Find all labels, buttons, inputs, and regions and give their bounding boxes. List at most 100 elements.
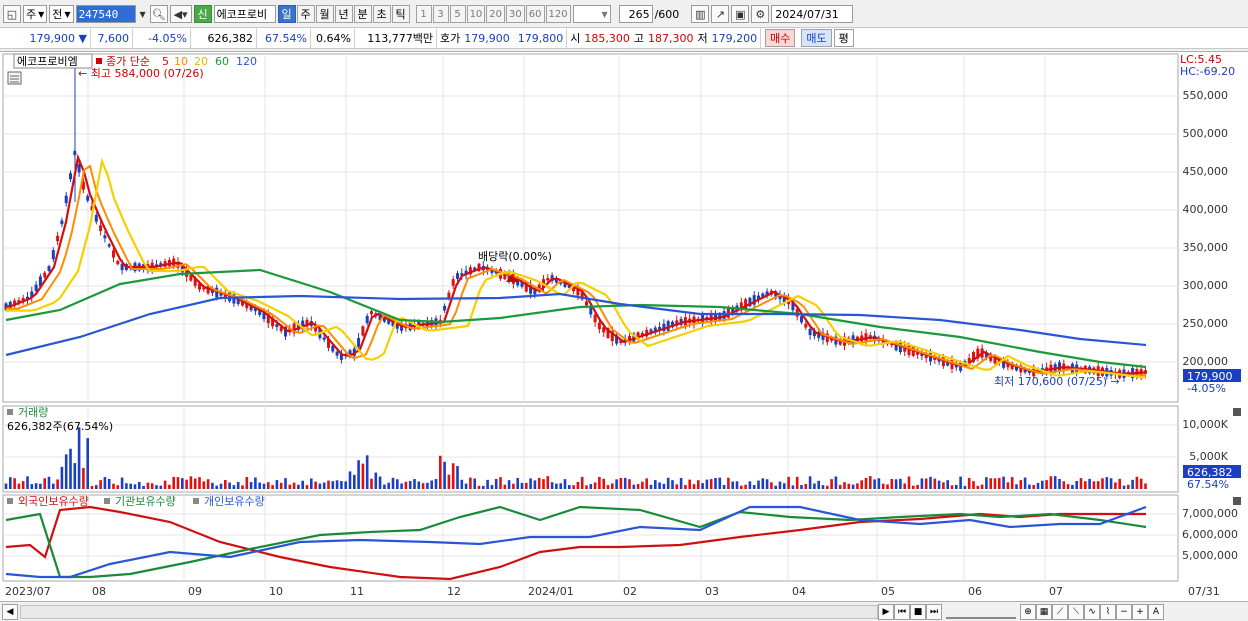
interval-60[interactable]: 60	[525, 5, 545, 23]
volume-bar	[568, 485, 571, 489]
bid-price-1: 179,900	[464, 31, 510, 45]
sell-button[interactable]: 매도	[801, 29, 832, 47]
stock-code-input[interactable]: 247540	[75, 5, 136, 23]
close-icon[interactable]	[1233, 408, 1241, 416]
stop-icon[interactable]: ■	[910, 603, 926, 620]
drawing-icon[interactable]: ↗	[711, 5, 730, 23]
code-dropdown-icon[interactable]: ▼	[138, 5, 148, 23]
interval-custom-select[interactable]: ▼	[572, 5, 611, 23]
volume-bar	[529, 478, 532, 489]
low-label: 저	[697, 32, 708, 45]
new-badge[interactable]: 신	[193, 5, 212, 23]
volume-bar	[959, 476, 962, 489]
volume-bar	[107, 478, 111, 489]
prev-select[interactable]: 전 ▼	[49, 5, 74, 23]
zoom-in-icon[interactable]: +	[1132, 603, 1148, 620]
speaker-icon[interactable]: ◀▾	[169, 5, 192, 23]
volume-bar	[86, 438, 89, 489]
volume-bar	[1096, 481, 1100, 489]
candle-body	[804, 323, 808, 328]
candle-body	[443, 305, 447, 311]
stock-name-field[interactable]: 에코프로비	[213, 5, 276, 23]
volume-bar	[172, 476, 175, 489]
tool-icon[interactable]: ∿	[1084, 603, 1100, 620]
date-input[interactable]: 2024/07/31	[771, 5, 854, 23]
chart-area[interactable]: 550,000 500,000 450,000 400,000 350,000 …	[0, 51, 1248, 601]
tab-week[interactable]: 주	[296, 5, 315, 23]
window-icon[interactable]: ◱	[3, 5, 21, 23]
volume-bar	[1062, 481, 1066, 489]
zoom-slider[interactable]	[946, 605, 1016, 619]
rewind-icon[interactable]: ⏮	[894, 603, 910, 620]
volume-bar	[318, 483, 322, 489]
gear-icon[interactable]: ⚙	[751, 5, 770, 23]
volume-bar	[26, 476, 29, 489]
volume-bar	[830, 479, 833, 489]
forward-icon[interactable]: ⏭	[926, 603, 942, 620]
volume-bar	[150, 483, 154, 489]
interval-10[interactable]: 10	[466, 5, 486, 23]
volume-bar	[13, 478, 16, 489]
price-tick: 200,000	[1183, 355, 1229, 368]
volume-bar	[228, 482, 231, 489]
price-tick: 250,000	[1183, 317, 1229, 330]
volume-note: 626,382주(67.54%)	[7, 420, 113, 433]
tab-tick[interactable]: 틱	[391, 5, 410, 23]
average-button[interactable]: 평	[833, 29, 854, 47]
count-max: /600	[654, 7, 680, 21]
volume-bar	[662, 483, 666, 489]
interval-20[interactable]: 20	[486, 5, 506, 23]
volume-bar	[443, 461, 446, 489]
candle-body	[357, 338, 361, 347]
volume-bar	[735, 481, 739, 489]
volume-bar	[202, 481, 206, 489]
interval-1[interactable]: 1	[415, 5, 432, 23]
volume-bar	[1127, 484, 1130, 489]
scroll-right-icon[interactable]: ▶	[878, 603, 894, 620]
scroll-left-icon[interactable]: ◀	[2, 603, 18, 620]
tool-icon[interactable]: ⟋	[1052, 603, 1068, 620]
volume-title: 거래량	[18, 406, 48, 419]
tool-icon[interactable]: ⟍	[1068, 603, 1084, 620]
volume-bar	[473, 478, 476, 489]
prev-select-label: 전	[52, 8, 63, 21]
volume-bar	[391, 477, 395, 489]
interval-5[interactable]: 5	[449, 5, 466, 23]
interval-120[interactable]: 120	[545, 5, 571, 23]
period-select[interactable]: 주 ▼	[23, 5, 48, 23]
volume-bar	[1109, 478, 1113, 489]
interval-3[interactable]: 3	[432, 5, 449, 23]
grid-icon[interactable]: ▦	[1036, 603, 1052, 620]
volume-bar	[310, 478, 313, 489]
volume-bar	[181, 478, 184, 489]
tab-day[interactable]: 일	[277, 5, 296, 23]
tool-icon[interactable]: ⌇	[1100, 603, 1116, 620]
volume-bar	[163, 480, 167, 489]
ohl-group: 시 185,300 고 187,300 저 179,200	[567, 28, 762, 48]
volume-bar	[765, 479, 769, 489]
save-icon[interactable]: ▣	[731, 5, 750, 23]
price-tick: 550,000	[1183, 89, 1229, 102]
candle-icon[interactable]: ▥	[691, 5, 710, 23]
buy-button[interactable]: 매수	[765, 29, 796, 47]
zoom-out-icon[interactable]: −	[1116, 603, 1132, 620]
tab-month[interactable]: 월	[315, 5, 334, 23]
holdings-legend-marker	[193, 498, 199, 504]
tab-second[interactable]: 초	[372, 5, 391, 23]
volume-bar	[1092, 481, 1096, 489]
candle-body	[47, 266, 51, 271]
candle-body	[112, 250, 115, 258]
volume-bar	[17, 483, 21, 489]
close-icon[interactable]	[1233, 497, 1241, 505]
tab-year[interactable]: 년	[334, 5, 353, 23]
font-size-icon[interactable]: A	[1148, 603, 1164, 620]
interval-30[interactable]: 30	[506, 5, 525, 23]
volume-bar	[469, 477, 472, 489]
count-input[interactable]: 265	[618, 5, 653, 23]
tab-minute[interactable]: 분	[353, 5, 372, 23]
volume-bar	[903, 483, 906, 489]
magnify-icon[interactable]: ⊕	[1020, 603, 1036, 620]
search-icon[interactable]: 🔍︎	[149, 5, 168, 23]
horizontal-scrollbar[interactable]	[20, 604, 878, 619]
hc-label: HC:-69.20	[1180, 65, 1235, 78]
